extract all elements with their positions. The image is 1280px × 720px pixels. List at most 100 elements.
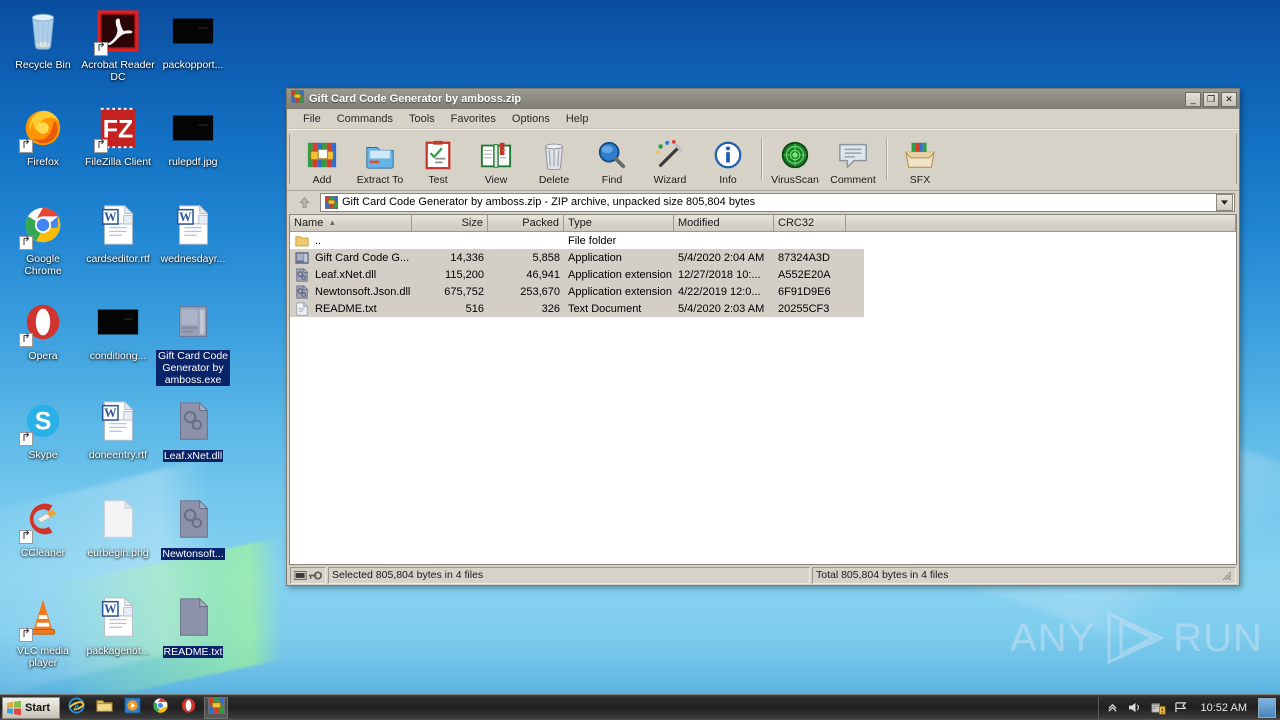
desktop-icon-image-file-2[interactable]: packopport... [156, 8, 230, 71]
taskbar-winrar-button[interactable] [204, 696, 228, 719]
toolbar-button-add[interactable]: Add [293, 135, 351, 186]
desktop-icon-word-document-8[interactable]: Wwednesdayr... [156, 202, 230, 265]
taskbar-media-player-button[interactable] [120, 696, 144, 719]
desktop-icon-firefox-3[interactable]: Firefox [6, 105, 80, 168]
shortcut-overlay-icon [19, 430, 33, 446]
table-row[interactable]: Leaf.xNet.dll 115,200 46,941 Application ex… [290, 266, 864, 283]
up-one-level-button[interactable] [291, 192, 317, 212]
file-list-column-headers[interactable]: Name ▲ Size Packed Type Modified CRC32 [290, 215, 1236, 232]
taskbar-clock[interactable]: 10:52 AM [1197, 702, 1251, 714]
action-center-icon[interactable] [1151, 700, 1167, 716]
toolbar-button-find[interactable]: Find [583, 135, 641, 186]
toolbar-button-delete[interactable]: Delete [525, 135, 583, 186]
desktop-icon-label: doneentry.rtf [88, 449, 148, 461]
column-header-type[interactable]: Type [564, 215, 674, 231]
image-file-icon [94, 299, 142, 347]
maximize-button[interactable]: ❐ [1203, 91, 1219, 107]
desktop-icon-dll-file-17[interactable]: Newtonsoft... [156, 496, 230, 562]
desktop-icon-label: Newtonsoft... [161, 548, 225, 560]
table-row[interactable]: .. File folder [290, 232, 1236, 249]
cell-size: 14,336 [450, 251, 484, 264]
minimize-button[interactable]: _ [1185, 91, 1201, 107]
desktop-icon-executable-11[interactable]: Gift Card Code Generator by amboss.exe [156, 299, 230, 388]
taskbar-windows-explorer-button[interactable] [92, 697, 116, 719]
close-button[interactable]: ✕ [1221, 91, 1237, 107]
menu-item-tools[interactable]: Tools [401, 111, 443, 127]
menu-item-favorites[interactable]: Favorites [443, 111, 504, 127]
winrar-window[interactable]: Gift Card Code Generator by amboss.zip _… [286, 88, 1240, 586]
cell-size: 675,752 [444, 285, 484, 298]
archive-file-list[interactable]: Name ▲ Size Packed Type Modified CRC32 .. File … [289, 214, 1237, 565]
toolbar-button-test[interactable]: Test [409, 135, 467, 186]
cell-crc32: A552E20A [778, 268, 831, 281]
toolbar-button-view[interactable]: View [467, 135, 525, 186]
menu-item-file[interactable]: File [295, 111, 329, 127]
taskbar-opera-button[interactable] [176, 697, 200, 719]
sort-ascending-icon: ▲ [328, 218, 337, 228]
column-header-crc32[interactable]: CRC32 [774, 215, 846, 231]
menu-item-help[interactable]: Help [558, 111, 597, 127]
desktop-icon-text-file-20[interactable]: README.txt [156, 594, 230, 660]
desktop-icon-acrobat-reader-1[interactable]: Acrobat Reader DC [81, 8, 155, 83]
chrome-icon [19, 202, 67, 250]
desktop-icon-opera-9[interactable]: Opera [6, 299, 80, 362]
desktop-icon-word-document-13[interactable]: Wdoneentry.rtf [81, 398, 155, 461]
menu-item-options[interactable]: Options [504, 111, 558, 127]
desktop-icon-recycle-bin-0[interactable]: Recycle Bin [6, 8, 80, 71]
toolbar-button-comment[interactable]: Comment [824, 135, 882, 186]
desktop-icon-word-document-19[interactable]: Wpackagenot... [81, 594, 155, 657]
toolbar-button-extract-to[interactable]: Extract To [351, 135, 409, 186]
system-tray[interactable]: 10:52 AM [1097, 696, 1280, 719]
resize-grip[interactable] [1220, 569, 1232, 581]
info-icon [699, 137, 757, 173]
desktop-icon-filezilla-4[interactable]: FZ FileZilla Client [81, 105, 155, 168]
archive-path-dropdown-button[interactable] [1216, 193, 1233, 211]
window-titlebar[interactable]: Gift Card Code Generator by amboss.zip _… [287, 89, 1239, 109]
network-icon[interactable] [1174, 700, 1190, 716]
statusbar-selected-info: Selected 805,804 bytes in 4 files [328, 566, 810, 584]
toolbar-button-label: View [484, 174, 508, 186]
quick-launch-bar[interactable]: e [60, 696, 228, 719]
show-desktop-icon[interactable] [1258, 697, 1276, 718]
start-button[interactable]: Start [2, 696, 60, 719]
desktop-icon-ccleaner-15[interactable]: CCleaner [6, 496, 80, 559]
column-header-packed[interactable]: Packed [488, 215, 564, 231]
taskbar[interactable]: Start e 10:52 AM [0, 694, 1280, 720]
toolbar-button-virusscan[interactable]: VirusScan [766, 135, 824, 186]
taskbar-internet-explorer-button[interactable]: e [64, 696, 88, 719]
winrar-icon [325, 195, 338, 209]
shortcut-overlay-icon [19, 331, 33, 347]
archive-path-field[interactable]: Gift Card Code Generator by amboss.zip -… [320, 192, 1235, 212]
table-row[interactable]: Gift Card Code G... 14,336 5,858 Applicatio… [290, 249, 864, 266]
toolbar-button-sfx[interactable]: SFX [891, 135, 949, 186]
desktop-icon-vlc-18[interactable]: VLC media player [6, 594, 80, 669]
column-header-name[interactable]: Name ▲ [290, 215, 412, 231]
toolbar[interactable]: Add Extract To Test View Delete Find Wizard Inf… [287, 129, 1239, 191]
volume-icon[interactable] [1128, 700, 1144, 716]
taskbar-chrome-button[interactable] [148, 697, 172, 719]
menubar[interactable]: File Commands Tools Favorites Options Help [287, 109, 1239, 129]
cell-modified: 4/22/2019 12:0... [678, 285, 761, 298]
desktop-icon-label: packagenot... [86, 645, 150, 657]
desktop-icon-label: conditiong... [89, 350, 147, 362]
statusbar-icons [290, 566, 326, 584]
cell-modified: 12/27/2018 10:... [678, 268, 761, 281]
show-hidden-icons-icon[interactable] [1105, 700, 1121, 716]
column-header-size[interactable]: Size [412, 215, 488, 231]
desktop-icon-word-document-7[interactable]: Wcardseditor.rtf [81, 202, 155, 265]
desktop-icon-skype-12[interactable]: S Skype [6, 398, 80, 461]
desktop-icon-chrome-6[interactable]: Google Chrome [6, 202, 80, 277]
desktop-icon-image-file-16[interactable]: eurbegin.png [81, 496, 155, 559]
addressbar[interactable]: Gift Card Code Generator by amboss.zip -… [287, 191, 1239, 213]
toolbar-button-wizard[interactable]: Wizard [641, 135, 699, 186]
toolbar-button-info[interactable]: Info [699, 135, 757, 186]
table-row[interactable]: README.txt 516 326 Text Document 5/4/2020 2:… [290, 300, 864, 317]
file-list-rows[interactable]: .. File folder Gift Card Code G... 14,336 5,… [290, 232, 1236, 564]
desktop-icon-image-file-10[interactable]: conditiong... [81, 299, 155, 362]
table-row[interactable]: Newtonsoft.Json.dll 675,752 253,670 Applica… [290, 283, 864, 300]
menu-item-commands[interactable]: Commands [329, 111, 401, 127]
desktop-icon-image-file-5[interactable]: rulepdf.jpg [156, 105, 230, 168]
column-header-modified[interactable]: Modified [674, 215, 774, 231]
desktop-icon-dll-file-14[interactable]: Leaf.xNet.dll [156, 398, 230, 464]
cell-packed: 5,858 [532, 251, 560, 264]
